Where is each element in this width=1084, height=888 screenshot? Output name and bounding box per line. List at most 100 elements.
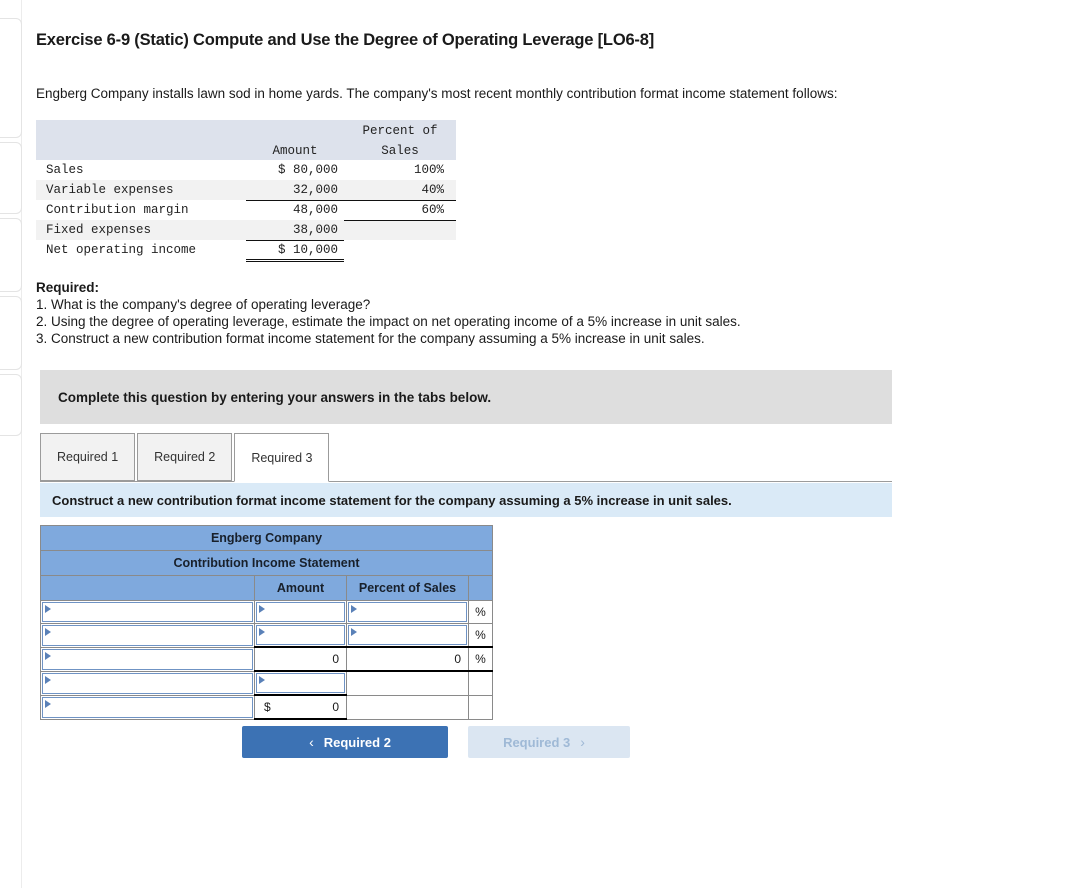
instruction-bar-text: Complete this question by entering your …: [58, 389, 492, 405]
given-row-percent: 40%: [344, 180, 456, 201]
required-heading: Required:: [36, 280, 100, 295]
tab-required-1[interactable]: Required 1: [40, 433, 136, 481]
worksheet-column-header-row: Amount Percent of Sales: [40, 575, 493, 601]
worksheet-row: 0 0 %: [40, 646, 493, 672]
page-title: Exercise 6-9 (Static) Compute and Use th…: [36, 31, 654, 49]
given-row-contribution-margin: Contribution margin 48,000 60%: [36, 200, 456, 221]
given-row-percent: 60%: [344, 200, 456, 221]
tab-required-3[interactable]: Required 3: [234, 433, 330, 482]
given-row-fixed-expenses: Fixed expenses 38,000: [36, 220, 456, 241]
edge-panel-item: [0, 18, 22, 138]
worksheet-amount-value: 0: [332, 700, 339, 714]
worksheet-label-select-5[interactable]: [40, 694, 255, 720]
worksheet-col-symbol: [468, 575, 493, 601]
chevron-left-icon: ‹: [309, 734, 314, 750]
given-header-amount-top: [246, 120, 344, 140]
worksheet-percent-output-3: 0: [346, 646, 469, 672]
given-header-row: Percent of: [36, 120, 456, 140]
edge-panel-item: [0, 374, 22, 436]
given-header-blank: [36, 120, 246, 140]
edge-panel-item: [0, 142, 22, 214]
worksheet-label-select-4[interactable]: [40, 670, 255, 696]
required-block: Required: 1. What is the company's degre…: [36, 279, 741, 347]
dropdown-triangle-icon: [259, 628, 265, 636]
given-header-blank-2: [36, 140, 246, 160]
worksheet-amount-input-1[interactable]: [254, 600, 347, 624]
given-header-amount: Amount: [246, 140, 344, 160]
worksheet-amount-value: 0: [332, 652, 339, 666]
given-header-row-2: Amount Sales: [36, 140, 456, 160]
dropdown-triangle-icon: [45, 605, 51, 613]
given-income-statement: Percent of Amount Sales Sales $ 80,000 1…: [36, 120, 456, 262]
given-row-label: Contribution margin: [36, 200, 246, 220]
given-row-label: Net operating income: [36, 240, 246, 260]
worksheet-label-select-1[interactable]: [40, 600, 255, 624]
left-edge-panels: [0, 18, 22, 440]
tab-label: Required 3: [251, 450, 313, 465]
required-item-2: 2. Using the degree of operating leverag…: [36, 314, 741, 329]
worksheet-company-row: Engberg Company: [40, 525, 493, 551]
worksheet-company-name: Engberg Company: [40, 525, 493, 551]
worksheet-amount-total-5: $ 0: [254, 694, 347, 720]
worksheet-percent-input-1[interactable]: [346, 600, 469, 624]
worksheet-row: %: [40, 623, 493, 648]
answer-worksheet: Engberg Company Contribution Income Stat…: [40, 525, 493, 720]
prompt-bar: Construct a new contribution format inco…: [40, 483, 892, 517]
dropdown-triangle-icon: [351, 605, 357, 613]
worksheet-label-select-3[interactable]: [40, 646, 255, 672]
dropdown-triangle-icon: [351, 628, 357, 636]
dropdown-triangle-icon: [45, 699, 51, 708]
navigation-buttons: ‹ Required 2 Required 3 ›: [242, 726, 630, 758]
given-header-percent-line1: Percent of: [344, 120, 456, 140]
given-row-amount: 48,000: [246, 200, 344, 220]
given-row-label: Sales: [36, 160, 246, 180]
prompt-bar-text: Construct a new contribution format inco…: [52, 492, 732, 508]
worksheet-percent-symbol-3: %: [468, 646, 493, 672]
previous-required-button[interactable]: ‹ Required 2: [242, 726, 448, 758]
dropdown-triangle-icon: [259, 676, 265, 684]
given-row-amount: $ 10,000: [246, 240, 344, 262]
given-row-amount: 38,000: [246, 220, 344, 241]
next-button-label: Required 3: [503, 734, 571, 750]
exercise-page: Exercise 6-9 (Static) Compute and Use th…: [0, 0, 1084, 888]
worksheet-amount-currency-symbol: $: [264, 700, 271, 714]
edge-panel-item: [0, 296, 22, 370]
tab-label: Required 2: [154, 450, 216, 464]
requirement-tabs: Required 1 Required 2 Required 3: [40, 432, 892, 482]
worksheet-percent-input-2[interactable]: [346, 623, 469, 648]
tab-required-2[interactable]: Required 2: [137, 433, 233, 481]
given-row-label: Variable expenses: [36, 180, 246, 200]
worksheet-amount-output-3: 0: [254, 646, 347, 672]
worksheet-amount-input-4[interactable]: [254, 670, 347, 696]
given-row-percent: [344, 220, 456, 240]
given-row-net-operating-income: Net operating income $ 10,000: [36, 240, 456, 262]
previous-button-label: Required 2: [323, 734, 391, 750]
worksheet-row: %: [40, 600, 493, 624]
dropdown-triangle-icon: [259, 605, 265, 613]
worksheet-label-select-2[interactable]: [40, 623, 255, 648]
given-row-label: Fixed expenses: [36, 220, 246, 240]
worksheet-percent-symbol-5: [468, 694, 493, 720]
dropdown-triangle-icon: [45, 675, 51, 684]
worksheet-percent-symbol-1: %: [468, 600, 493, 624]
next-required-button[interactable]: Required 3 ›: [468, 726, 630, 758]
instruction-bar: Complete this question by entering your …: [40, 370, 892, 424]
worksheet-col-percent: Percent of Sales: [346, 575, 469, 601]
dropdown-triangle-icon: [45, 628, 51, 636]
worksheet-percent-symbol-2: %: [468, 623, 493, 648]
worksheet-percent-symbol-4: [468, 670, 493, 696]
given-row-variable-expenses: Variable expenses 32,000 40%: [36, 180, 456, 201]
given-row-amount: 32,000: [246, 180, 344, 201]
given-row-percent: [344, 240, 456, 260]
given-header-percent-line2: Sales: [344, 140, 456, 160]
required-item-3: 3. Construct a new contribution format i…: [36, 331, 705, 346]
worksheet-col-label: [40, 575, 255, 601]
worksheet-row: $ 0: [40, 694, 493, 720]
dropdown-triangle-icon: [45, 651, 51, 660]
required-item-1: 1. What is the company's degree of opera…: [36, 297, 371, 312]
given-row-amount: $ 80,000: [246, 160, 344, 180]
tab-label: Required 1: [57, 450, 119, 464]
worksheet-col-amount: Amount: [254, 575, 347, 601]
worksheet-amount-input-2[interactable]: [254, 623, 347, 648]
worksheet-percent-cell-5: [346, 694, 469, 720]
